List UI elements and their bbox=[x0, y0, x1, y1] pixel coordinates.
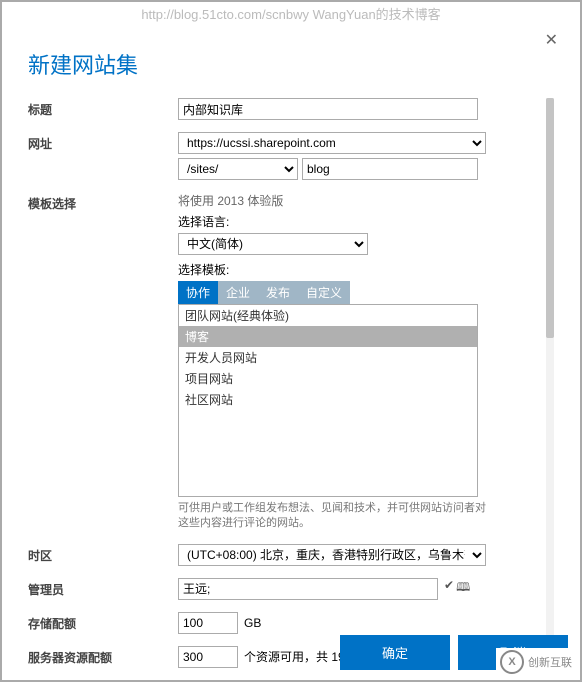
label-resource: 服务器资源配额 bbox=[28, 646, 178, 666]
language-select[interactable]: 中文(简体) bbox=[178, 233, 368, 255]
create-site-dialog: 新建网站集 标题 网址 https://ucssi.sharepoint.com… bbox=[8, 20, 574, 674]
corner-brand-text: 创新互联 bbox=[528, 654, 572, 670]
timezone-select[interactable]: (UTC+08:00) 北京，重庆，香港特别行政区，乌鲁木齐 bbox=[178, 544, 486, 566]
label-language: 选择语言: bbox=[178, 213, 540, 230]
storage-unit: GB bbox=[244, 616, 261, 630]
title-input[interactable] bbox=[178, 98, 478, 120]
label-template: 模板选择 bbox=[28, 192, 178, 212]
label-timezone: 时区 bbox=[28, 544, 178, 564]
tpl-team[interactable]: 团队网站(经典体验) bbox=[179, 305, 477, 326]
corner-logo-icon: X bbox=[500, 650, 524, 674]
template-version-note: 将使用 2013 体验版 bbox=[178, 192, 540, 209]
template-help: 可供用户或工作组发布想法、见闻和技术，并可供网站访问者对这些内容进行评论的网站。 bbox=[178, 497, 488, 532]
scrollbar-thumb[interactable] bbox=[546, 98, 554, 338]
url-slug-input[interactable] bbox=[302, 158, 478, 180]
label-title: 标题 bbox=[28, 98, 178, 118]
resource-input[interactable] bbox=[178, 646, 238, 668]
tab-ent[interactable]: 企业 bbox=[218, 281, 258, 304]
tab-collab[interactable]: 协作 bbox=[178, 281, 218, 304]
label-url: 网址 bbox=[28, 132, 178, 152]
label-storage: 存储配额 bbox=[28, 612, 178, 632]
admin-input[interactable] bbox=[178, 578, 438, 600]
browse-people-icon[interactable]: 🕮 bbox=[456, 578, 470, 599]
template-tabs: 协作 企业 发布 自定义 bbox=[178, 281, 540, 304]
ok-button[interactable]: 确定 bbox=[340, 635, 450, 670]
tpl-community[interactable]: 社区网站 bbox=[179, 389, 477, 410]
label-pick-template: 选择模板: bbox=[178, 261, 540, 278]
corner-watermark: X 创新互联 bbox=[496, 648, 576, 676]
tpl-project[interactable]: 项目网站 bbox=[179, 368, 477, 389]
tab-custom[interactable]: 自定义 bbox=[298, 281, 350, 304]
template-listbox-blank bbox=[179, 410, 477, 496]
tab-publish[interactable]: 发布 bbox=[258, 281, 298, 304]
dialog-body: 标题 网址 https://ucssi.sharepoint.com /site… bbox=[28, 98, 554, 658]
url-domain-select[interactable]: https://ucssi.sharepoint.com bbox=[178, 132, 486, 154]
url-path-select[interactable]: /sites/ bbox=[178, 158, 298, 180]
dialog-title: 新建网站集 bbox=[28, 48, 554, 80]
tpl-blog[interactable]: 博客 bbox=[179, 326, 477, 347]
scrollbar-track[interactable] bbox=[546, 98, 554, 658]
template-listbox[interactable]: 团队网站(经典体验) 博客 开发人员网站 项目网站 社区网站 bbox=[178, 304, 478, 497]
label-admin: 管理员 bbox=[28, 578, 178, 598]
check-name-icon[interactable]: ✔ bbox=[444, 578, 454, 599]
storage-input[interactable] bbox=[178, 612, 238, 634]
tpl-dev[interactable]: 开发人员网站 bbox=[179, 347, 477, 368]
